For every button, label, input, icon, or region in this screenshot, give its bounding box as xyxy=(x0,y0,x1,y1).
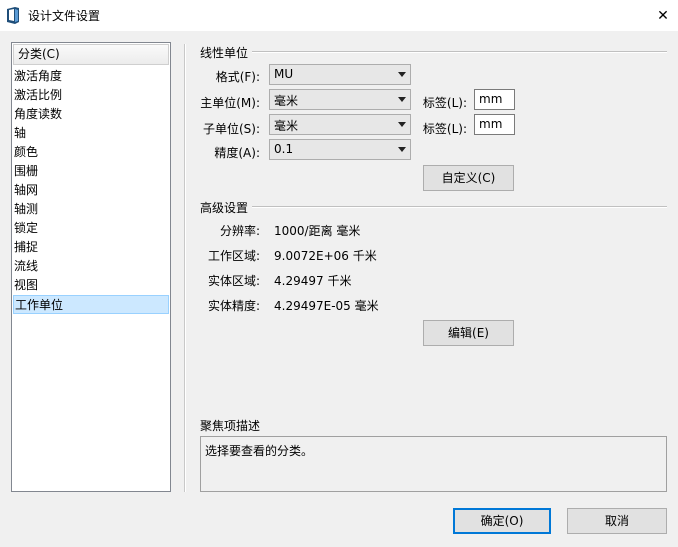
resolution-value: 1000/距离 毫米 xyxy=(274,224,361,238)
chevron-down-icon xyxy=(398,147,406,152)
category-list[interactable]: 分类(C) 激活角度 激活比例 角度读数 轴 颜色 围栅 轴网 轴测 锁定 捕捉… xyxy=(11,42,171,492)
chevron-down-icon xyxy=(398,122,406,127)
category-item-axis[interactable]: 轴 xyxy=(13,124,169,143)
sub-unit-label: 子单位(S): xyxy=(202,122,260,136)
format-select-value: MU xyxy=(274,67,294,81)
sub-tag-label: 标签(L): xyxy=(422,122,467,136)
chevron-down-icon xyxy=(398,72,406,77)
solid-area-label: 实体区域: xyxy=(207,274,260,288)
linear-units-title: 线性单位 xyxy=(200,46,249,60)
master-unit-select[interactable]: 毫米 xyxy=(269,89,411,110)
master-tag-label: 标签(L): xyxy=(422,96,467,110)
vertical-separator xyxy=(184,44,186,492)
category-item-lock[interactable]: 锁定 xyxy=(13,219,169,238)
master-unit-label: 主单位(M): xyxy=(200,96,260,110)
precision-select-value: 0.1 xyxy=(274,142,294,156)
sub-tag-input[interactable]: mm xyxy=(474,114,515,135)
advanced-settings-divider xyxy=(252,206,667,208)
edit-button[interactable]: 编辑(E) xyxy=(423,320,514,346)
resolution-label: 分辨率: xyxy=(219,224,260,238)
precision-select[interactable]: 0.1 xyxy=(269,139,411,160)
category-item-angle-readout[interactable]: 角度读数 xyxy=(13,105,169,124)
title-bar: 设计文件设置 ✕ xyxy=(0,0,678,31)
category-item-color[interactable]: 颜色 xyxy=(13,143,169,162)
category-item-active-angle[interactable]: 激活角度 xyxy=(13,67,169,86)
format-select[interactable]: MU xyxy=(269,64,411,85)
category-list-header[interactable]: 分类(C) xyxy=(13,44,169,65)
category-item-grid[interactable]: 轴网 xyxy=(13,181,169,200)
close-button[interactable]: ✕ xyxy=(648,0,678,31)
working-area-label: 工作区域: xyxy=(207,249,260,263)
category-item-fence[interactable]: 围栅 xyxy=(13,162,169,181)
category-item-snap[interactable]: 捕捉 xyxy=(13,238,169,257)
format-label: 格式(F): xyxy=(215,70,260,84)
precision-label: 精度(A): xyxy=(214,146,260,160)
master-unit-select-value: 毫米 xyxy=(274,94,299,108)
cancel-button[interactable]: 取消 xyxy=(567,508,667,534)
sub-unit-select-value: 毫米 xyxy=(274,119,299,133)
category-item-stream[interactable]: 流线 xyxy=(13,257,169,276)
solid-area-value: 4.29497 千米 xyxy=(274,274,352,288)
category-item-active-scale[interactable]: 激活比例 xyxy=(13,86,169,105)
solid-precision-label: 实体精度: xyxy=(207,299,260,313)
sub-unit-select[interactable]: 毫米 xyxy=(269,114,411,135)
window-title: 设计文件设置 xyxy=(28,9,101,23)
advanced-settings-title: 高级设置 xyxy=(200,201,249,215)
master-tag-input[interactable]: mm xyxy=(474,89,515,110)
chevron-down-icon xyxy=(398,97,406,102)
ok-button[interactable]: 确定(O) xyxy=(453,508,551,534)
custom-button[interactable]: 自定义(C) xyxy=(423,165,514,191)
close-icon: ✕ xyxy=(657,7,669,24)
category-item-isometric[interactable]: 轴测 xyxy=(13,200,169,219)
category-item-view[interactable]: 视图 xyxy=(13,276,169,295)
focus-description-box: 选择要查看的分类。 xyxy=(200,436,667,492)
linear-units-divider xyxy=(252,51,667,53)
focus-description-text: 选择要查看的分类。 xyxy=(205,444,314,458)
focus-description-title: 聚焦项描述 xyxy=(200,419,261,433)
category-item-working-units[interactable]: 工作单位 xyxy=(13,295,169,314)
working-area-value: 9.0072E+06 千米 xyxy=(274,249,377,263)
solid-precision-value: 4.29497E-05 毫米 xyxy=(274,299,379,313)
app-logo-icon xyxy=(6,7,20,24)
